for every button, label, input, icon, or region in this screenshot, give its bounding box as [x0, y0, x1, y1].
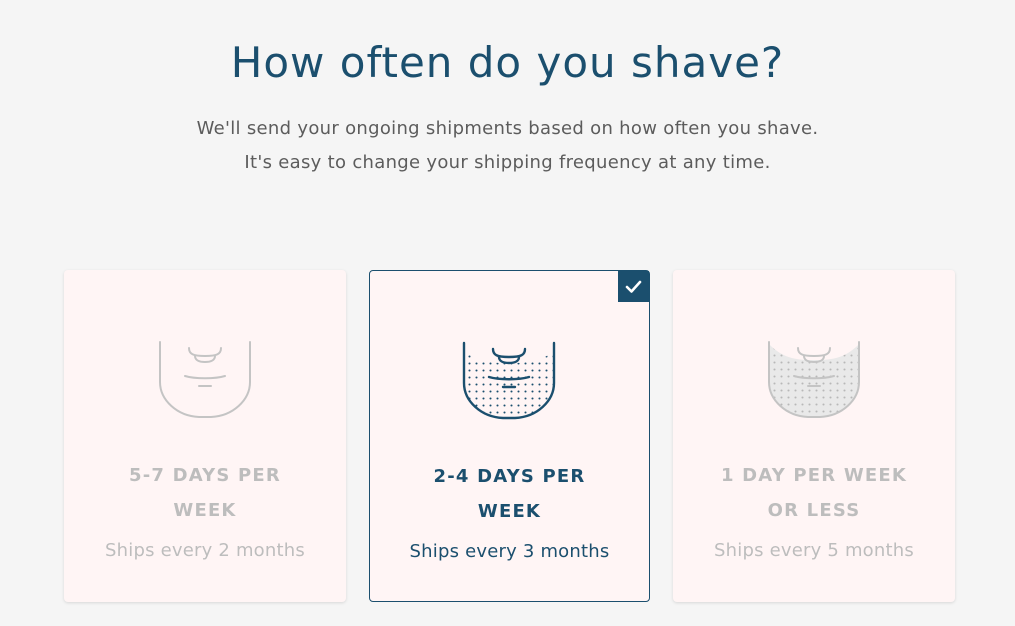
- option-card-5-7-days[interactable]: 5-7 DAYS PER WEEK Ships every 2 months: [64, 270, 346, 602]
- option-card-1-day-or-less[interactable]: 1 DAY PER WEEK OR LESS Ships every 5 mon…: [673, 270, 955, 602]
- full-beard-face-icon: [768, 341, 860, 418]
- shipping-frequency-text: Ships every 2 months: [105, 540, 305, 561]
- selected-checkmark-icon: [618, 271, 649, 302]
- frequency-label: 5-7 DAYS PER WEEK: [129, 465, 281, 521]
- stubble-face-icon: [462, 341, 556, 420]
- page-title: How often do you shave?: [230, 38, 785, 87]
- frequency-label: 2-4 DAYS PER WEEK: [433, 466, 586, 522]
- clean-shaven-face-icon: [159, 341, 251, 418]
- shipping-frequency-text: Ships every 3 months: [409, 541, 610, 562]
- subtitle-line-1: We'll send your ongoing shipments based …: [196, 118, 819, 139]
- shipping-frequency-text: Ships every 5 months: [714, 540, 914, 561]
- frequency-label: 1 DAY PER WEEK OR LESS: [720, 465, 908, 521]
- subtitle-line-2: It's easy to change your shipping freque…: [244, 152, 771, 173]
- option-card-2-4-days[interactable]: 2-4 DAYS PER WEEK Ships every 3 months: [369, 270, 650, 602]
